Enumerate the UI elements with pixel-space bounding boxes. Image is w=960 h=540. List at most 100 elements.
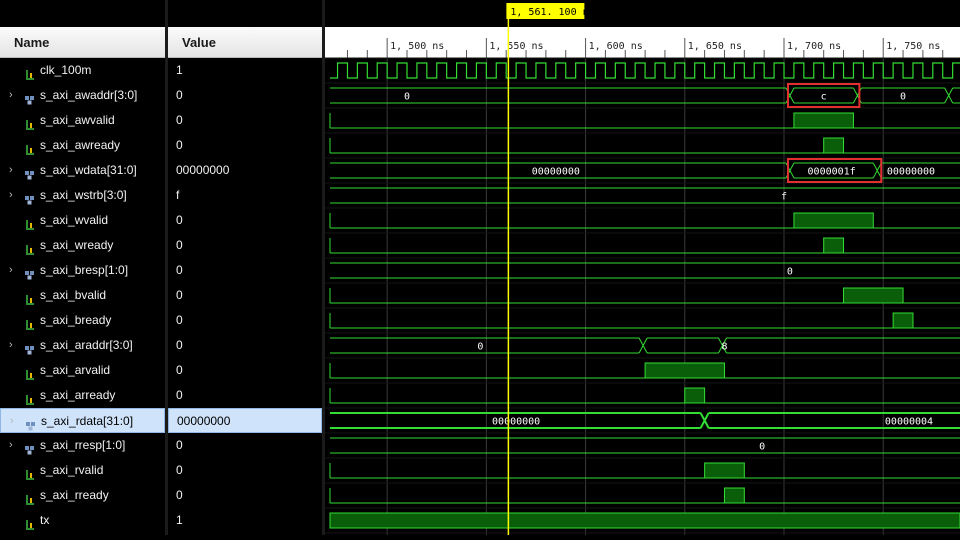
bus-value-label: 00000000 xyxy=(887,167,935,178)
signal-row[interactable]: s_axi_arready xyxy=(0,383,165,408)
bus-value-label: 00000000 xyxy=(532,167,580,178)
high-pulse xyxy=(793,212,874,229)
bus-value-label: f xyxy=(781,192,787,203)
signal-value[interactable]: 00000000 xyxy=(168,408,322,433)
expand-chevron-icon[interactable]: › xyxy=(9,333,13,358)
signal-row[interactable]: › s_axi_bresp[1:0] xyxy=(0,258,165,283)
bus-signal-icon xyxy=(24,190,36,205)
signal-value[interactable]: 0 xyxy=(168,108,322,133)
value-column-header[interactable]: Value xyxy=(168,27,322,58)
name-column: Name clk_100m › s_axi_awaddr[3:0] s_axi_awv… xyxy=(0,0,165,535)
signal-value[interactable]: 0 xyxy=(168,358,322,383)
expand-chevron-icon[interactable]: › xyxy=(9,433,13,458)
signal-row[interactable]: s_axi_rvalid xyxy=(0,458,165,483)
ruler-tick-label: 1, 500 ns xyxy=(390,41,444,52)
signal-row[interactable]: › s_axi_rresp[1:0] xyxy=(0,433,165,458)
signal-row[interactable]: › s_axi_araddr[3:0] xyxy=(0,333,165,358)
signal-row[interactable]: › s_axi_wdata[31:0] xyxy=(0,158,165,183)
signal-row[interactable]: s_axi_wvalid xyxy=(0,208,165,233)
high-pulse xyxy=(329,512,960,529)
expand-chevron-icon[interactable]: › xyxy=(9,83,13,108)
high-pulse xyxy=(823,237,845,254)
bit-signal-icon xyxy=(24,490,36,505)
ruler-tick-label: 1, 600 ns xyxy=(589,41,643,52)
signal-value[interactable]: 0 xyxy=(168,433,322,458)
bit-signal-icon xyxy=(24,465,36,480)
signal-name: s_axi_arvalid xyxy=(40,363,111,377)
bit-signal-icon xyxy=(24,115,36,130)
signal-row[interactable]: clk_100m xyxy=(0,58,165,83)
bus-value-label: 0 xyxy=(759,442,765,453)
signal-name: s_axi_wstrb[3:0] xyxy=(40,188,127,202)
signal-name: s_axi_awvalid xyxy=(40,113,115,127)
bit-signal-icon xyxy=(24,215,36,230)
signal-row[interactable]: s_axi_awvalid xyxy=(0,108,165,133)
signal-value[interactable]: 1 xyxy=(168,508,322,533)
high-pulse xyxy=(892,312,914,329)
signal-name: s_axi_rdata[31:0] xyxy=(41,414,134,428)
name-column-header[interactable]: Name xyxy=(0,27,165,58)
signal-row[interactable]: s_axi_rready xyxy=(0,483,165,508)
expand-chevron-icon[interactable]: › xyxy=(10,409,14,434)
signal-value[interactable]: 0 xyxy=(168,208,322,233)
bus-signal-icon xyxy=(24,165,36,180)
signal-name: s_axi_arready xyxy=(40,388,116,402)
bit-signal-icon xyxy=(24,315,36,330)
signal-value[interactable]: 0 xyxy=(168,483,322,508)
signal-value[interactable]: 0 xyxy=(168,258,322,283)
signal-name: s_axi_rvalid xyxy=(40,463,104,477)
ruler-tick-label: 1, 650 ns xyxy=(688,41,742,52)
bus-signal-icon xyxy=(24,265,36,280)
signal-row[interactable]: s_axi_arvalid xyxy=(0,358,165,383)
bus-signal-icon xyxy=(24,440,36,455)
bit-signal-icon xyxy=(24,240,36,255)
bus-signal-icon xyxy=(25,416,37,431)
signal-value[interactable]: 1 xyxy=(168,58,322,83)
signal-name: tx xyxy=(40,513,50,527)
expand-chevron-icon[interactable]: › xyxy=(9,258,13,283)
signal-name: s_axi_wready xyxy=(40,238,114,252)
ruler-tick-label: 1, 550 ns xyxy=(489,41,543,52)
signal-value[interactable]: 0 xyxy=(168,383,322,408)
signal-row[interactable]: › s_axi_wstrb[3:0] xyxy=(0,183,165,208)
ruler-tick-label: 1, 700 ns xyxy=(787,41,841,52)
high-pulse xyxy=(823,137,845,154)
high-pulse xyxy=(793,112,854,129)
signal-value[interactable]: 0 xyxy=(168,333,322,358)
signal-value[interactable]: 0 xyxy=(168,83,322,108)
bus-signal-icon xyxy=(24,340,36,355)
signal-row[interactable]: s_axi_awready xyxy=(0,133,165,158)
signal-name: s_axi_bresp[1:0] xyxy=(40,263,129,277)
high-pulse xyxy=(704,462,745,479)
bit-signal-icon xyxy=(24,140,36,155)
bus-value-label: 0 xyxy=(900,92,906,103)
signal-value[interactable]: 0 xyxy=(168,308,322,333)
signal-value[interactable]: 0 xyxy=(168,133,322,158)
signal-row[interactable]: s_axi_wready xyxy=(0,233,165,258)
signal-name: s_axi_awaddr[3:0] xyxy=(40,88,138,102)
signal-row[interactable]: tx xyxy=(0,508,165,533)
signal-row[interactable]: › s_axi_rdata[31:0] xyxy=(0,408,165,433)
bus-value-label: 00000000 xyxy=(492,417,540,428)
expand-chevron-icon[interactable]: › xyxy=(9,158,13,183)
bus-value-label: 8 xyxy=(721,342,727,353)
signal-name: s_axi_rresp[1:0] xyxy=(40,438,126,452)
wave-background xyxy=(325,0,960,535)
signal-value[interactable]: 0 xyxy=(168,233,322,258)
signal-value[interactable]: f xyxy=(168,183,322,208)
high-pulse xyxy=(644,362,725,379)
signal-value[interactable]: 0 xyxy=(168,458,322,483)
waveform-canvas[interactable]: 1, 500 ns 1, 550 ns 1, 600 ns 1, 650 ns 1, 7… xyxy=(325,0,960,535)
signal-name: s_axi_wvalid xyxy=(40,213,109,227)
bus-value-label: c xyxy=(821,92,827,103)
expand-chevron-icon[interactable]: › xyxy=(9,183,13,208)
signal-row[interactable]: › s_axi_awaddr[3:0] xyxy=(0,83,165,108)
signal-value[interactable]: 0 xyxy=(168,283,322,308)
signal-row[interactable]: s_axi_bvalid xyxy=(0,283,165,308)
signal-row[interactable]: s_axi_bready xyxy=(0,308,165,333)
value-column: Value 1 0 0 0 00000000 f 0 0 0 0 0 0 0 0 00000000 0 0 0 1 xyxy=(168,0,322,535)
signal-name: s_axi_wdata[31:0] xyxy=(40,163,137,177)
cursor-label: 1, 561. 100 ns xyxy=(510,7,594,18)
high-pulse xyxy=(723,487,745,504)
signal-value[interactable]: 00000000 xyxy=(168,158,322,183)
